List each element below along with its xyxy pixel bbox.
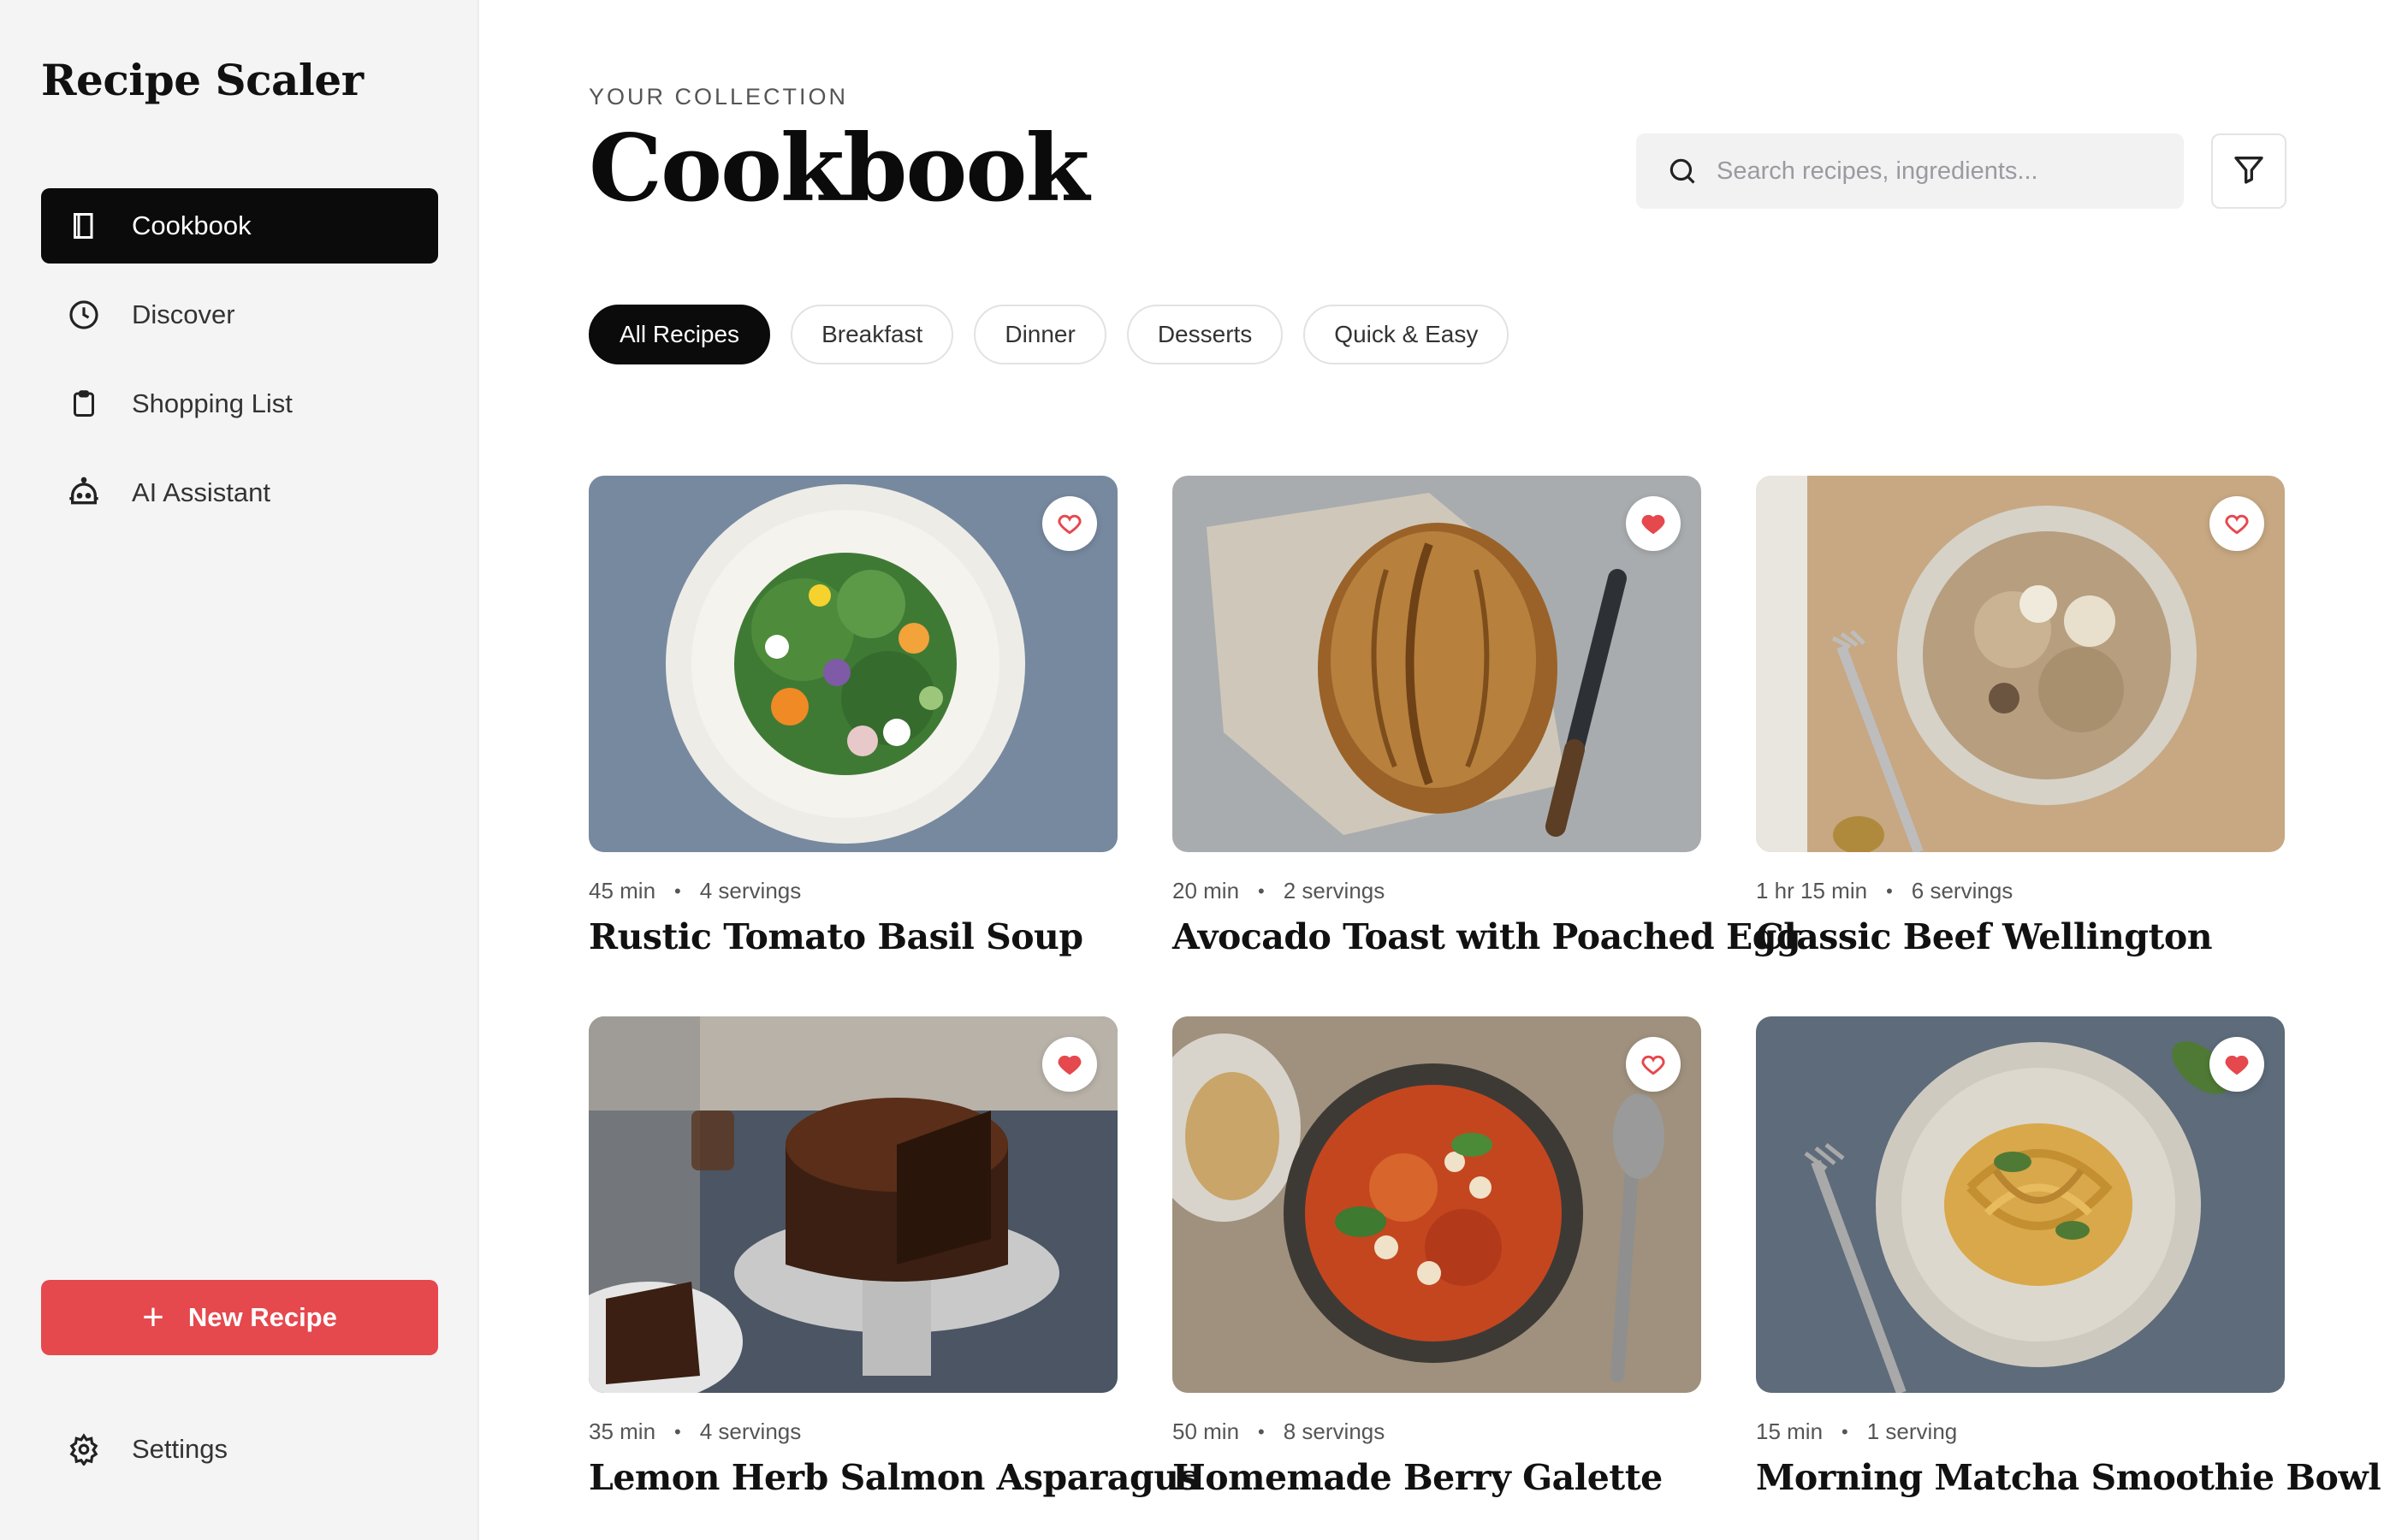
filter-button[interactable] [2211,133,2286,209]
sidebar-item-label: Shopping List [132,388,293,418]
recipe-meta: 45 min • 4 servings [589,878,1118,904]
recipe-title: Avocado Toast with Poached Egg [1172,916,1801,957]
settings-button[interactable]: Settings [41,1412,438,1487]
favorite-button[interactable] [1042,496,1097,551]
favorite-button[interactable] [2209,496,2264,551]
recipe-meta: 50 min • 8 servings [1172,1419,1701,1445]
sidebar-item-shopping-list[interactable]: Shopping List [41,366,438,441]
heart-outline-icon [1641,1055,1665,1075]
recipe-card[interactable]: 35 min • 4 servings Lemon Herb Salmon As… [589,1016,1199,1498]
recipe-title: Morning Matcha Smoothie Bowl [1756,1457,2381,1498]
recipe-image [1756,476,2285,852]
settings-label: Settings [132,1434,228,1464]
clipboard-icon [67,387,101,421]
sidebar-nav: Cookbook Discover Shopping List AI Assis… [41,188,438,544]
recipe-time: 45 min [589,878,656,903]
recipe-image [589,1016,1118,1393]
favorite-button[interactable] [1626,1037,1681,1092]
page-eyebrow: YOUR COLLECTION [589,84,849,110]
recipe-title: Classic Beef Wellington [1756,916,2213,957]
chip-breakfast[interactable]: Breakfast [791,305,954,364]
recipe-title: Lemon Herb Salmon Asparagus [589,1457,1199,1498]
recipe-card[interactable]: 1 hr 15 min • 6 servings Classic Beef We… [1756,476,2285,957]
chip-desserts[interactable]: Desserts [1126,305,1284,364]
sidebar-item-discover[interactable]: Discover [41,277,438,352]
chip-dinner[interactable]: Dinner [974,305,1106,364]
sidebar-item-label: Discover [132,299,235,329]
heart-filled-icon [1058,1055,1082,1075]
search-bar [1636,133,2184,209]
recipe-meta: 1 hr 15 min • 6 servings [1756,878,2285,904]
recipe-servings: 4 servings [699,1419,802,1444]
recipe-time: 50 min [1172,1419,1240,1444]
heart-outline-icon [2225,514,2249,535]
heart-filled-icon [2225,1055,2249,1075]
recipe-meta: 20 min • 2 servings [1172,878,1701,904]
chip-quick-easy[interactable]: Quick & Easy [1303,305,1509,364]
new-recipe-button[interactable]: + New Recipe [41,1280,438,1355]
sidebar-item-ai-assistant[interactable]: AI Assistant [41,455,438,530]
clock-icon [67,298,101,332]
book-icon [67,209,101,243]
filter-icon [2232,152,2266,191]
favorite-button[interactable] [1042,1037,1097,1092]
heart-outline-icon [1058,514,1082,535]
recipe-card[interactable]: 45 min • 4 servings Rustic Tomato Basil … [589,476,1118,957]
sidebar-item-label: Cookbook [132,210,252,240]
recipe-card[interactable]: 50 min • 8 servings Homemade Berry Galet… [1172,1016,1701,1498]
robot-icon [67,476,101,510]
search-icon [1665,154,1699,188]
category-filters: All Recipes Breakfast Dinner Desserts Qu… [589,305,1529,364]
separator-dot: • [1258,880,1265,902]
sidebar-item-label: AI Assistant [132,477,270,507]
gear-icon [67,1432,101,1466]
favorite-button[interactable] [1626,496,1681,551]
recipe-time: 1 hr 15 min [1756,878,1868,903]
recipe-title: Homemade Berry Galette [1172,1457,1663,1498]
search-input[interactable] [1717,157,2162,186]
recipe-servings: 2 servings [1283,878,1385,903]
recipe-servings: 8 servings [1283,1419,1385,1444]
recipe-meta: 15 min • 1 serving [1756,1419,2285,1445]
recipe-time: 15 min [1756,1419,1824,1444]
separator-dot: • [1258,1420,1265,1442]
new-recipe-label: New Recipe [187,1302,337,1332]
sidebar: Recipe Scaler Cookbook Discover Shopping… [0,0,479,1540]
recipe-image [589,476,1118,852]
recipe-time: 20 min [1172,878,1240,903]
recipe-card[interactable]: 20 min • 2 servings Avocado Toast with P… [1172,476,1801,957]
separator-dot: • [1841,1420,1848,1442]
plus-icon: + [142,1296,164,1338]
recipe-servings: 6 servings [1911,878,2013,903]
recipe-card[interactable]: 15 min • 1 serving Morning Matcha Smooth… [1756,1016,2381,1498]
sidebar-item-cookbook[interactable]: Cookbook [41,188,438,264]
heart-filled-icon [1641,514,1665,535]
separator-dot: • [674,880,681,902]
app-title: Recipe Scaler [41,55,364,105]
recipe-image [1756,1016,2285,1393]
recipe-servings: 4 servings [699,878,802,903]
favorite-button[interactable] [2209,1037,2264,1092]
recipe-time: 35 min [589,1419,656,1444]
recipe-servings: 1 serving [1866,1419,1958,1444]
chip-all-recipes[interactable]: All Recipes [589,305,771,364]
recipe-meta: 35 min • 4 servings [589,1419,1118,1445]
recipe-title: Rustic Tomato Basil Soup [589,916,1083,957]
recipe-image [1172,476,1701,852]
page-title: Cookbook [589,115,1089,222]
separator-dot: • [674,1420,681,1442]
recipe-image [1172,1016,1701,1393]
separator-dot: • [1886,880,1893,902]
